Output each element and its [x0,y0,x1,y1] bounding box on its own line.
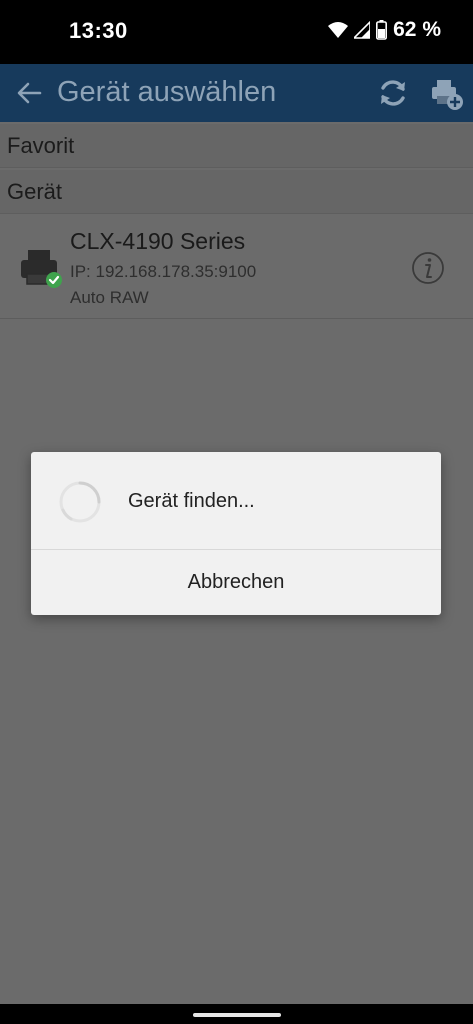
progress-dialog: Gerät finden... Abbrechen [31,452,441,615]
printer-icon [21,250,62,288]
cell-signal-icon [354,21,371,39]
back-arrow-icon[interactable] [14,78,44,108]
status-icons: 62 % [328,18,441,42]
home-gesture-handle[interactable] [193,1013,281,1017]
section-header-favorite: Favorit [0,124,473,168]
info-icon[interactable] [410,250,446,286]
add-printer-icon[interactable] [428,76,464,112]
refresh-icon[interactable] [376,76,410,110]
battery-percent: 62 % [393,18,441,41]
battery-icon [376,20,388,40]
device-mode: Auto RAW [70,288,149,307]
status-time: 13:30 [69,18,128,43]
device-list-item[interactable]: CLX-4190 Series IP: 192.168.178.35:9100 … [0,216,473,319]
page-title: Gerät auswählen [57,76,277,108]
navigation-bar [0,1004,473,1024]
loading-spinner-icon [59,481,101,523]
cancel-button[interactable]: Abbrechen [31,550,441,615]
status-bar: 13:30 62 % [0,0,473,64]
checkmark-badge-icon [46,272,62,288]
dialog-message: Gerät finden... [128,490,255,512]
section-header-device: Gerät [0,170,473,214]
device-name: CLX-4190 Series [70,228,246,254]
device-ip: IP: 192.168.178.35:9100 [70,262,257,281]
app-bar: Gerät auswählen [0,64,473,122]
wifi-icon [328,22,349,38]
